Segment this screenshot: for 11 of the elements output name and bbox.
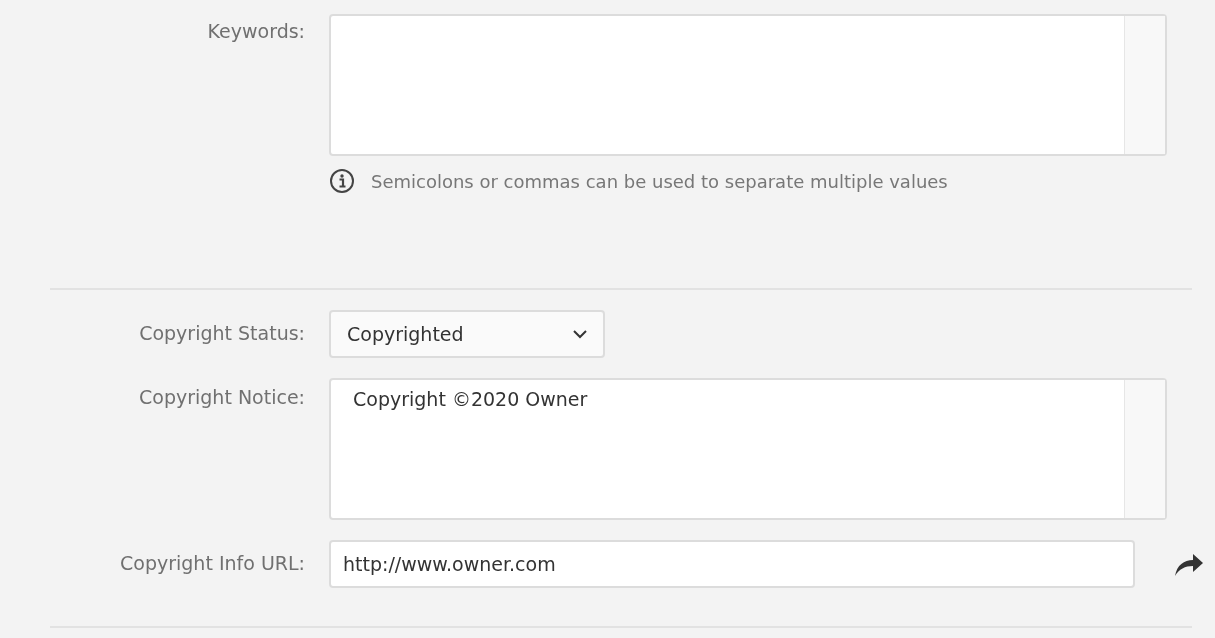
keywords-field[interactable]	[329, 14, 1167, 156]
info-icon	[329, 168, 355, 194]
field-label: Copyright Status:	[138, 321, 305, 344]
status-dropdown[interactable]: Copyrighted	[329, 310, 605, 358]
field-label: Copyright Notice:	[138, 385, 305, 408]
field-label: Keywords:	[206, 19, 305, 42]
field-label: Copyright Info URL:	[119, 551, 305, 574]
hint-text: Semicolons or commas can be used to separate multiple values	[371, 170, 948, 192]
chevron-down-icon	[573, 329, 587, 339]
notice-field[interactable]: Copyright ©2020 Owner	[329, 378, 1167, 520]
url-field[interactable]: http://www.owner.com	[329, 540, 1135, 588]
